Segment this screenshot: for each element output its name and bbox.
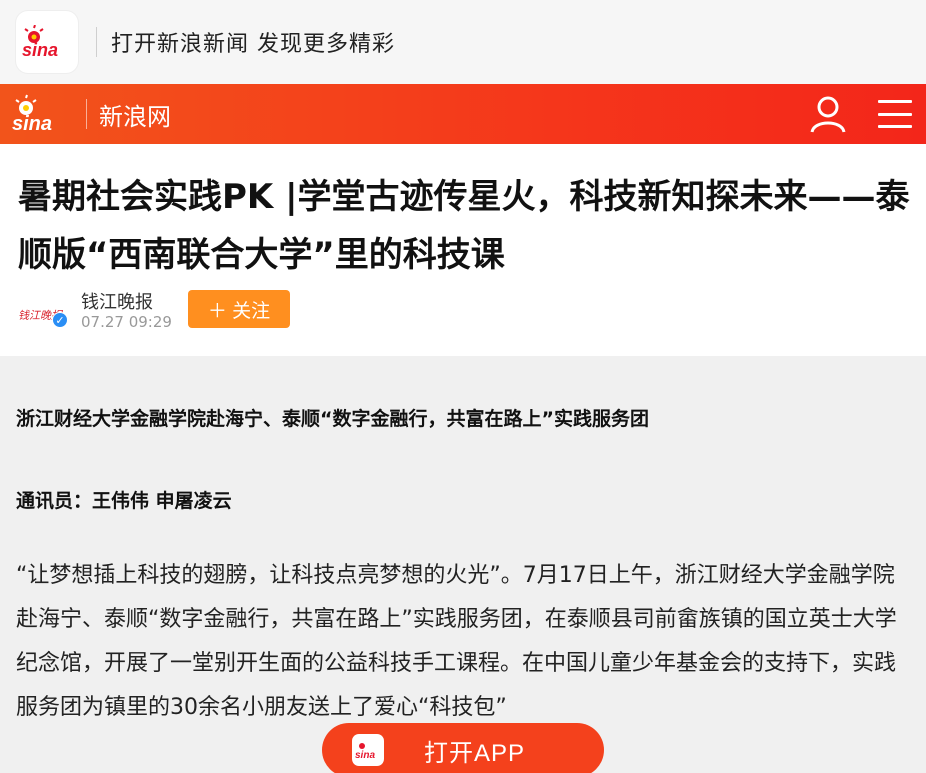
article-body-paragraph: “让梦想插上科技的翅膀，让科技点亮梦想的火光”。7月17日上午，浙江财经大学金融…	[16, 563, 897, 720]
sina-header-logo[interactable]: sina	[8, 94, 74, 134]
svg-text:sina: sina	[22, 40, 58, 59]
publish-time: 07.27 09:29	[81, 313, 172, 331]
sina-logo-icon: sina	[12, 94, 52, 134]
article-title: 暑期社会实践PK |学堂古迹传星火，科技新知探未来——泰顺版“西南联合大学”里的…	[18, 177, 910, 275]
svg-text:sina: sina	[12, 113, 52, 134]
promo-divider	[96, 27, 97, 57]
reporter-line: 通讯员：王伟伟 申屠凌云	[16, 490, 232, 512]
header-divider	[86, 99, 87, 129]
article-meta: 钱江晚报 ✓ 钱江晚报 07.27 09:29 ＋ 关注	[16, 286, 616, 336]
author-name[interactable]: 钱江晚报	[81, 288, 153, 314]
org-line: 浙江财经大学金融学院赴海宁、泰顺“数字金融行，共富在路上”实践服务团	[16, 408, 649, 430]
verified-badge-icon: ✓	[52, 312, 68, 328]
sina-app-logo[interactable]: sina	[16, 11, 78, 73]
site-name[interactable]: 新浪网	[99, 97, 171, 132]
hamburger-menu-icon[interactable]	[878, 96, 912, 132]
open-app-label: 打开APP	[424, 739, 526, 767]
open-app-button[interactable]: sina 打开APP	[322, 723, 604, 773]
sina-logo-icon: sina	[22, 25, 58, 59]
svg-text:sina: sina	[355, 750, 375, 759]
follow-button[interactable]: ＋ 关注	[188, 290, 290, 328]
app-promo-bar[interactable]: sina 打开新浪新闻 发现更多精彩	[0, 0, 926, 84]
user-icon[interactable]	[808, 94, 848, 134]
sina-app-icon: sina	[352, 734, 384, 766]
article-content: 浙江财经大学金融学院赴海宁、泰顺“数字金融行，共富在路上”实践服务团 通讯员：王…	[0, 356, 926, 773]
site-header: sina 新浪网	[0, 84, 926, 144]
promo-text[interactable]: 打开新浪新闻 发现更多精彩	[111, 26, 395, 58]
